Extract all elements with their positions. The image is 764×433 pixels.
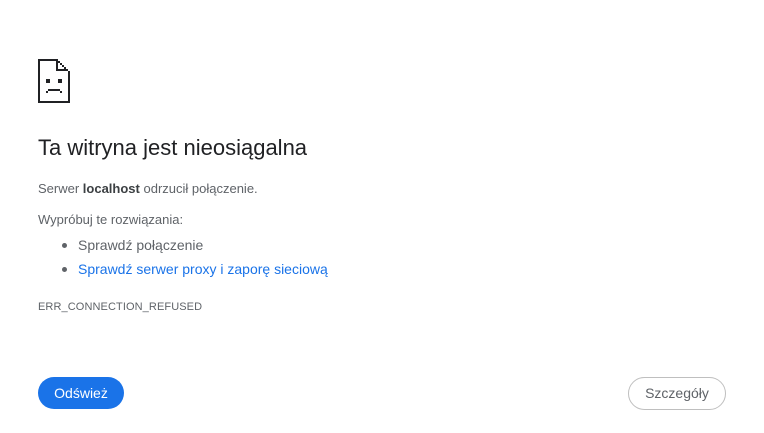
suggestion-item: Sprawdź serwer proxy i zaporę sieciową [38, 257, 328, 281]
error-code: ERR_CONNECTION_REFUSED [38, 301, 203, 313]
host-name: localhost [82, 181, 140, 196]
bullet-icon [62, 243, 67, 248]
description-prefix: Serwer [38, 181, 83, 196]
bullet-icon [62, 267, 67, 272]
page-title: Ta witryna jest nieosiągalna [38, 135, 308, 160]
error-description: Serwer localhost odrzucił połączenie. [38, 181, 258, 196]
reload-button[interactable]: Odśwież [38, 377, 124, 409]
sad-document-icon [38, 59, 72, 103]
suggestions-heading: Wypróbuj te rozwiązania: [38, 212, 184, 227]
suggestion-check-proxy-link[interactable]: Sprawdź serwer proxy i zaporę sieciową [78, 261, 328, 277]
suggestions-list: Sprawdź połączenie Sprawdź serwer proxy … [38, 233, 328, 281]
description-suffix: odrzucił połączenie. [139, 181, 258, 196]
suggestion-item: Sprawdź połączenie [38, 233, 328, 257]
suggestion-check-connection: Sprawdź połączenie [78, 237, 204, 253]
details-button[interactable]: Szczegóły [628, 377, 726, 410]
